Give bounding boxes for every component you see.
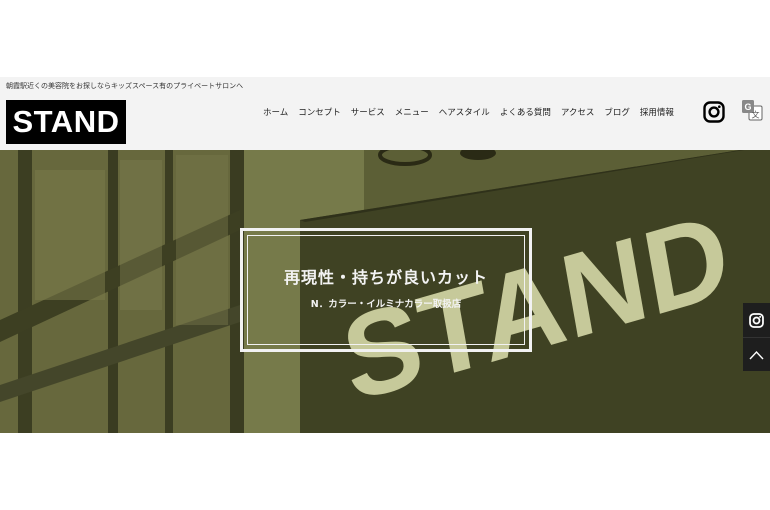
- back-to-top-button[interactable]: [743, 337, 770, 371]
- main-nav: ホーム コンセプト サービス メニュー ヘアスタイル よくある質問 アクセス ブ…: [258, 106, 679, 118]
- translate-icon[interactable]: G 文: [741, 99, 763, 121]
- site-header: 朝霞駅近くの美容院をお探しならキッズスペース有のプライベートサロンへ STAND…: [0, 77, 770, 150]
- header-tagline: 朝霞駅近くの美容院をお探しならキッズスペース有のプライベートサロンへ: [6, 82, 244, 90]
- hero-caption: 再現性・持ちが良いカット N．カラー・イルミナカラー取扱店: [240, 228, 532, 352]
- hero-caption-inner: 再現性・持ちが良いカット N．カラー・イルミナカラー取扱店: [247, 235, 525, 345]
- hero-title: 再現性・持ちが良いカット: [283, 268, 488, 287]
- nav-item-concept[interactable]: コンセプト: [298, 106, 341, 118]
- nav-item-recruit[interactable]: 採用情報: [640, 106, 674, 118]
- instagram-icon[interactable]: [703, 101, 725, 123]
- svg-text:G: G: [744, 102, 751, 112]
- nav-item-menu[interactable]: メニュー: [395, 106, 429, 118]
- nav-item-blog[interactable]: ブログ: [604, 106, 630, 118]
- hero-subtitle: N．カラー・イルミナカラー取扱店: [310, 299, 462, 310]
- svg-text:文: 文: [752, 110, 760, 120]
- chevron-up-icon: [749, 350, 764, 359]
- instagram-icon[interactable]: [743, 303, 770, 337]
- nav-item-home[interactable]: ホーム: [263, 106, 288, 118]
- side-floating-buttons: [743, 303, 770, 371]
- nav-item-hairstyle[interactable]: ヘアスタイル: [439, 106, 490, 118]
- nav-item-faq[interactable]: よくある質問: [500, 106, 551, 118]
- nav-item-service[interactable]: サービス: [351, 106, 385, 118]
- nav-item-access[interactable]: アクセス: [561, 106, 595, 118]
- site-logo[interactable]: STAND: [6, 100, 126, 144]
- page: 朝霞駅近くの美容院をお探しならキッズスペース有のプライベートサロンへ STAND…: [0, 0, 770, 510]
